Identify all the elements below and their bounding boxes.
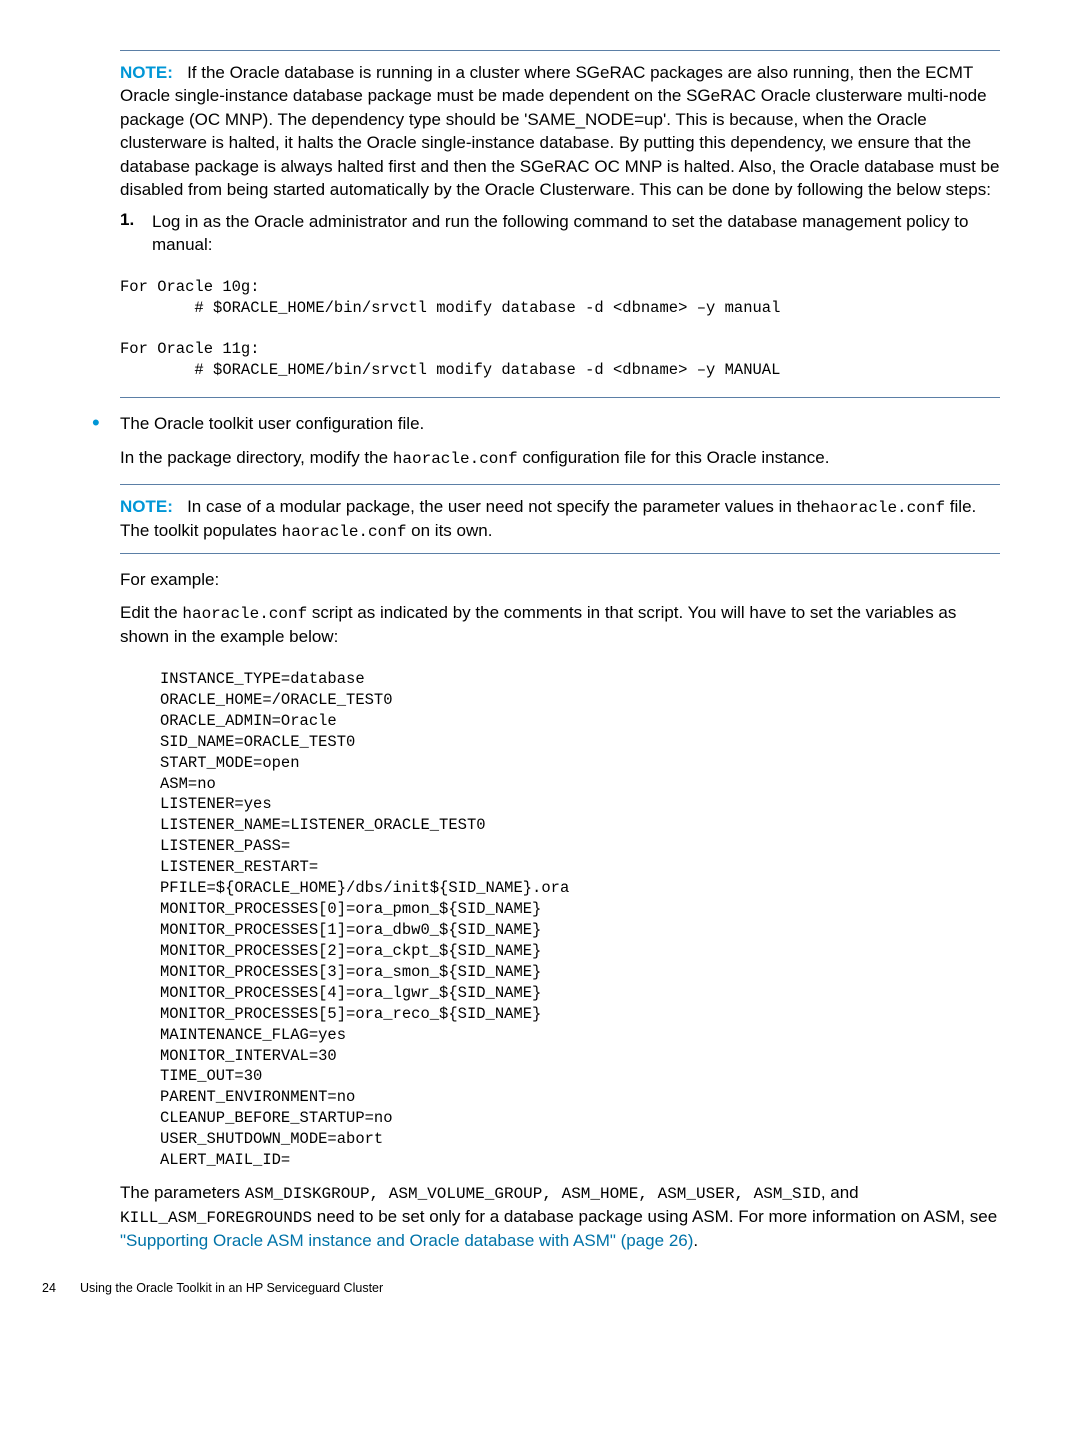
step-text: Log in as the Oracle administrator and r… — [152, 212, 968, 254]
note1-step-1: 1. Log in as the Oracle administrator an… — [120, 210, 1000, 257]
note1-label: NOTE: — [120, 63, 173, 82]
note2-mono2: haoracle.conf — [282, 523, 407, 541]
closing-m2: KILL_ASM_FOREGROUNDS — [120, 1209, 312, 1227]
example-code: INSTANCE_TYPE=database ORACLE_HOME=/ORAC… — [160, 669, 1000, 1171]
example-heading: For example: — [120, 568, 1000, 591]
page-footer: 24Using the Oracle Toolkit in an HP Serv… — [42, 1281, 1000, 1295]
bullet-icon: • — [92, 412, 120, 1177]
bullet-line1: The Oracle toolkit user configuration fi… — [120, 412, 1000, 435]
closing-d: . — [693, 1231, 698, 1250]
example-line: Edit the haoracle.conf script as indicat… — [120, 601, 1000, 649]
closing-m1: ASM_DISKGROUP, ASM_VOLUME_GROUP, ASM_HOM… — [245, 1185, 821, 1203]
note1-text: If the Oracle database is running in a c… — [120, 63, 999, 199]
bullet-line2-mono: haoracle.conf — [393, 450, 518, 468]
footer-text: Using the Oracle Toolkit in an HP Servic… — [80, 1281, 383, 1295]
note2-text-a: In case of a modular package, the user n… — [187, 497, 820, 516]
note2-mono1: haoracle.conf — [820, 499, 945, 517]
closing-paragraph: The parameters ASM_DISKGROUP, ASM_VOLUME… — [120, 1181, 1000, 1253]
bullet-line2: In the package directory, modify the hao… — [120, 446, 1000, 470]
bullet-item: • The Oracle toolkit user configuration … — [92, 412, 1000, 1177]
note-block-1: NOTE: If the Oracle database is running … — [120, 50, 1000, 398]
closing-b: , and — [821, 1183, 859, 1202]
note1-paragraph: NOTE: If the Oracle database is running … — [120, 61, 1000, 202]
note2-label: NOTE: — [120, 497, 173, 516]
footer-page-number: 24 — [42, 1281, 80, 1295]
example-line-a: Edit the — [120, 603, 182, 622]
note2-text-c: on its own. — [406, 521, 492, 540]
bullet-line2-a: In the package directory, modify the — [120, 448, 393, 467]
step-number: 1. — [120, 210, 134, 230]
note1-code: For Oracle 10g: # $ORACLE_HOME/bin/srvct… — [120, 277, 1000, 382]
closing-c: need to be set only for a database packa… — [312, 1207, 997, 1226]
closing-a: The parameters — [120, 1183, 245, 1202]
note2-paragraph: NOTE: In case of a modular package, the … — [120, 495, 1000, 543]
note-block-2: NOTE: In case of a modular package, the … — [120, 484, 1000, 554]
bullet-line2-b: configuration file for this Oracle insta… — [518, 448, 830, 467]
example-mono: haoracle.conf — [182, 605, 307, 623]
closing-link[interactable]: "Supporting Oracle ASM instance and Orac… — [120, 1231, 693, 1250]
